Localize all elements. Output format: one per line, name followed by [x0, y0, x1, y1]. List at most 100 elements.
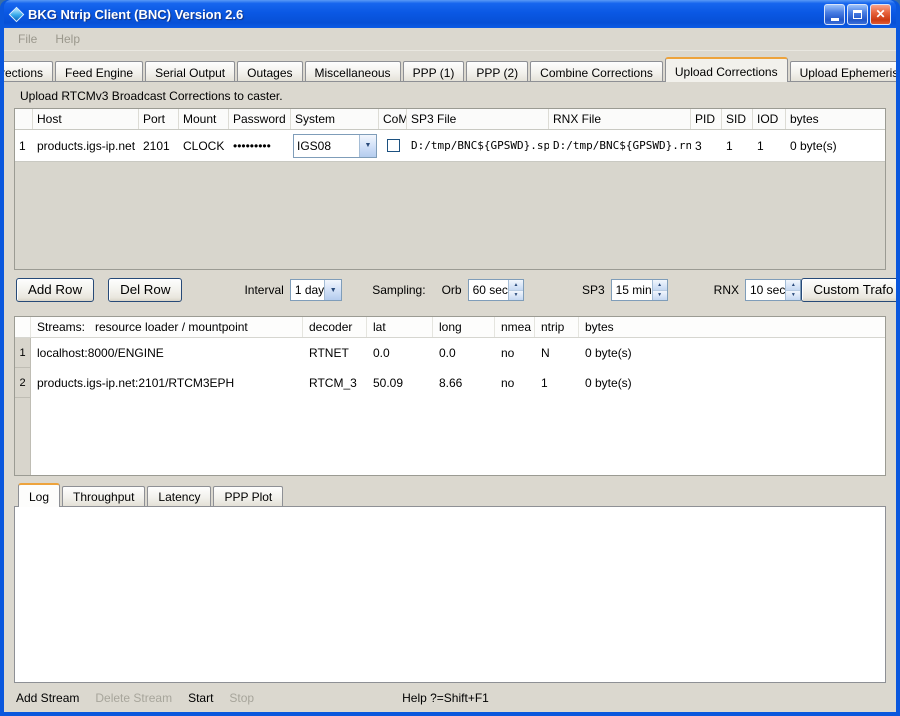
tab-outages[interactable]: Outages [237, 61, 302, 82]
col-ntrip: ntrip [535, 317, 579, 337]
orb-spin-down-icon[interactable]: ▼ [509, 291, 523, 301]
upload-controls: Add Row Del Row Interval 1 day ▼ Samplin… [16, 278, 884, 302]
menu-file[interactable]: File [10, 30, 45, 48]
interval-dropdown-icon[interactable]: ▼ [324, 280, 341, 300]
help-hint-label: Help ?=Shift+F1 [394, 687, 497, 709]
mountpoint-cell: products.igs-ip.net:2101/RTCM3EPH [31, 368, 303, 398]
row-number: 1 [15, 338, 31, 368]
iod-cell[interactable]: 1 [753, 130, 786, 161]
tab-corrections[interactable]: rections [4, 61, 53, 82]
stop-button[interactable]: Stop [221, 687, 262, 709]
col-nmea: nmea [495, 317, 535, 337]
start-button[interactable]: Start [180, 687, 221, 709]
col-mount: Mount [179, 109, 229, 129]
tab-ppp-1[interactable]: PPP (1) [403, 61, 465, 82]
tab-combine-corrections[interactable]: Combine Corrections [530, 61, 663, 82]
sid-cell[interactable]: 1 [722, 130, 753, 161]
port-cell[interactable]: 2101 [139, 130, 179, 161]
close-button[interactable]: ✕ [870, 4, 891, 25]
row-header-strip [15, 398, 31, 475]
stream-row[interactable]: 2 products.igs-ip.net:2101/RTCM3EPH RTCM… [15, 368, 885, 398]
footer-bar: Add Stream Delete Stream Start Stop Help… [4, 683, 896, 712]
orb-spinner[interactable]: 60 sec ▲ ▼ [468, 279, 524, 301]
sampling-label: Sampling: [372, 283, 425, 297]
tab-miscellaneous[interactable]: Miscellaneous [305, 61, 401, 82]
decoder-cell: RTCM_3 [303, 368, 367, 398]
delete-stream-button[interactable]: Delete Stream [87, 687, 180, 709]
sp3-spin-down-icon[interactable]: ▼ [653, 291, 667, 301]
add-stream-button[interactable]: Add Stream [8, 687, 87, 709]
upload-table-header: Host Port Mount Password System CoM SP3 … [15, 109, 885, 130]
rnx-label: RNX [714, 283, 739, 297]
ntrip-cell: 1 [535, 368, 579, 398]
decoder-cell: RTNET [303, 338, 367, 368]
row-number: 1 [15, 130, 33, 161]
tab-log[interactable]: Log [18, 483, 60, 507]
col-host: Host [33, 109, 139, 129]
rnx-spin-down-icon[interactable]: ▼ [786, 291, 800, 301]
sp3-file-cell[interactable]: D:/tmp/BNC${GPSWD}.sp3 [407, 130, 549, 161]
dropdown-arrow-icon[interactable]: ▼ [359, 135, 376, 157]
mountpoint-cell: localhost:8000/ENGINE [31, 338, 303, 368]
col-long: long [433, 317, 495, 337]
nmea-cell: no [495, 338, 535, 368]
tab-ppp-2[interactable]: PPP (2) [466, 61, 528, 82]
close-icon: ✕ [875, 7, 885, 21]
log-output-panel[interactable] [14, 506, 886, 683]
col-sid: SID [722, 109, 753, 129]
menu-help[interactable]: Help [47, 30, 88, 48]
stream-row[interactable]: 1 localhost:8000/ENGINE RTNET 0.0 0.0 no… [15, 338, 885, 368]
custom-trafo-button[interactable]: Custom Trafo [801, 278, 896, 302]
col-port: Port [139, 109, 179, 129]
interval-label: Interval [244, 283, 283, 297]
col-bytes: bytes [786, 109, 885, 129]
col-mountpoint: Streams: resource loader / mountpoint [31, 317, 303, 337]
minimize-button[interactable] [824, 4, 845, 25]
col-rnx-file: RNX File [549, 109, 691, 129]
col-pid: PID [691, 109, 722, 129]
col-iod: IOD [753, 109, 786, 129]
sp3-spinner[interactable]: 15 min ▲ ▼ [611, 279, 668, 301]
bytes-cell: 0 byte(s) [786, 130, 885, 161]
del-row-button[interactable]: Del Row [108, 278, 182, 302]
system-value: IGS08 [294, 139, 359, 153]
client-area: File Help rections Feed Engine Serial Ou… [4, 28, 896, 712]
sp3-spin-up-icon[interactable]: ▲ [653, 280, 667, 291]
long-cell: 0.0 [433, 338, 495, 368]
upload-corrections-table: Host Port Mount Password System CoM SP3 … [14, 108, 886, 270]
tab-serial-output[interactable]: Serial Output [145, 61, 235, 82]
tab-feed-engine[interactable]: Feed Engine [55, 61, 143, 82]
rnx-file-cell[interactable]: D:/tmp/BNC${GPSWD}.rnx [549, 130, 691, 161]
tab-throughput[interactable]: Throughput [62, 486, 145, 506]
corner-cell [15, 317, 31, 337]
tab-upload-ephemeris[interactable]: Upload Ephemeris [790, 61, 896, 82]
col-decoder: decoder [303, 317, 367, 337]
tab-ppp-plot[interactable]: PPP Plot [213, 486, 283, 506]
row-number: 2 [15, 368, 31, 398]
long-cell: 8.66 [433, 368, 495, 398]
add-row-button[interactable]: Add Row [16, 278, 94, 302]
rnx-spin-up-icon[interactable]: ▲ [786, 280, 800, 291]
host-cell[interactable]: products.igs-ip.net [33, 130, 139, 161]
rnx-spinner[interactable]: 10 sec ▲ ▼ [745, 279, 801, 301]
orb-spin-up-icon[interactable]: ▲ [509, 280, 523, 291]
col-sp3-file: SP3 File [407, 109, 549, 129]
tab-latency[interactable]: Latency [147, 486, 211, 506]
sp3-value: 15 min [612, 280, 652, 300]
maximize-icon [853, 10, 862, 19]
system-select[interactable]: IGS08 ▼ [293, 134, 377, 158]
com-checkbox[interactable] [387, 139, 400, 152]
col-system: System [291, 109, 379, 129]
title-bar[interactable]: BKG Ntrip Client (BNC) Version 2.6 ✕ [4, 0, 896, 28]
password-cell[interactable]: ••••••••• [229, 130, 291, 161]
interval-select[interactable]: 1 day ▼ [290, 279, 342, 301]
streams-table: Streams: resource loader / mountpoint de… [14, 316, 886, 476]
pid-cell[interactable]: 3 [691, 130, 722, 161]
minimize-icon [831, 18, 839, 21]
maximize-button[interactable] [847, 4, 868, 25]
sp3-label: SP3 [582, 283, 605, 297]
tab-upload-corrections[interactable]: Upload Corrections [665, 57, 788, 82]
bottom-tab-bar: Log Throughput Latency PPP Plot [4, 476, 896, 506]
mount-cell[interactable]: CLOCK [179, 130, 229, 161]
window-title: BKG Ntrip Client (BNC) Version 2.6 [28, 7, 818, 22]
